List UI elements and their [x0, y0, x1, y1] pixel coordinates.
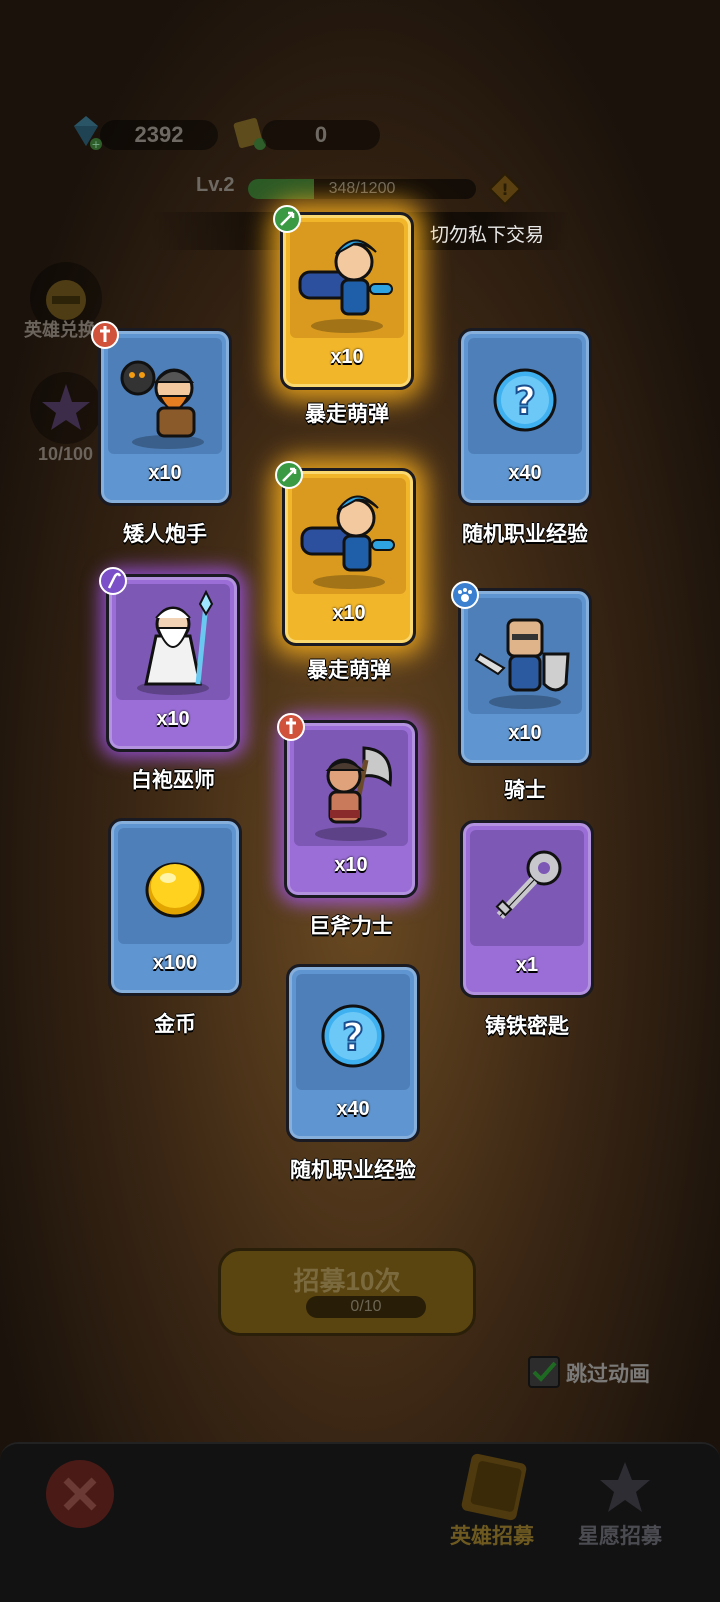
- reward-quantity: x10: [330, 346, 364, 368]
- svg-text:+: +: [91, 138, 100, 151]
- reward-quantity: x10: [332, 602, 366, 624]
- hero-portrait: [290, 222, 404, 338]
- reward-quantity: x40: [336, 1098, 370, 1120]
- xp-bar: 348/1200: [248, 179, 476, 199]
- reward-name: 骑士: [504, 779, 546, 802]
- item-portrait: ?: [296, 974, 410, 1090]
- ticket-count[interactable]: 0: [262, 120, 380, 150]
- close-battle-icon[interactable]: [42, 1456, 118, 1532]
- reward-card-dwarf-gunner[interactable]: x10 矮人炮手: [91, 321, 232, 546]
- gem-count[interactable]: 2392: [100, 120, 218, 150]
- reward-quantity: x40: [508, 462, 542, 484]
- recruit-label: 招募10次: [293, 1266, 401, 1296]
- iron-key-icon: [495, 850, 562, 920]
- reward-card-rampage-bomber-2[interactable]: x10 暴走萌弹: [275, 461, 416, 682]
- reward-quantity: x100: [152, 952, 198, 974]
- star-wish-button[interactable]: [30, 372, 102, 444]
- rampage-bomber-icon: [298, 239, 393, 333]
- item-portrait: [118, 828, 232, 944]
- hero-portrait: [468, 598, 582, 714]
- xp-text: 348/1200: [328, 180, 396, 197]
- recruit-10-button[interactable]: 招募10次: [218, 1248, 476, 1336]
- reward-quantity: x10: [156, 708, 190, 730]
- skip-animation-checkbox[interactable]: [528, 1356, 560, 1388]
- reward-name: 铸铁密匙: [485, 1015, 569, 1038]
- svg-text:?: ?: [514, 379, 536, 423]
- rampage-bomber-icon: [300, 495, 395, 589]
- axe-warrior-icon: [315, 746, 392, 841]
- reward-card-giant-axe-warrior[interactable]: x10 巨斧力士: [277, 713, 418, 938]
- white-wizard-icon: [137, 589, 214, 695]
- item-portrait: [470, 830, 584, 946]
- warrior-icon: [91, 321, 119, 349]
- hero-exchange-label: 英雄兑换: [24, 320, 96, 340]
- reward-card-gold-coins[interactable]: x100 金币: [108, 818, 242, 1036]
- reward-name: 随机职业经验: [290, 1159, 416, 1182]
- svg-text:?: ?: [342, 1015, 364, 1059]
- item-portrait: ?: [468, 338, 582, 454]
- reward-card-iron-key[interactable]: x1 铸铁密匙: [460, 820, 594, 1038]
- reward-card-rampage-bomber-1[interactable]: x10 暴走萌弹: [273, 205, 414, 426]
- question-orb-icon: ?: [493, 368, 557, 432]
- checkmark-icon: [532, 1361, 557, 1382]
- reward-quantity: x10: [148, 462, 182, 484]
- reward-quantity: x10: [334, 854, 368, 876]
- hero-portrait: [292, 478, 406, 594]
- reward-card-white-robe-wizard[interactable]: x10 白袍巫师: [99, 567, 240, 792]
- dwarf-gunner-icon: [120, 360, 204, 449]
- archer-icon: [275, 461, 303, 489]
- hero-portrait: [108, 338, 222, 454]
- reward-name: 金币: [154, 1013, 196, 1036]
- reward-name: 矮人炮手: [123, 523, 207, 546]
- knight-icon: [474, 618, 570, 709]
- reward-quantity: x1: [515, 954, 539, 976]
- reward-name: 暴走萌弹: [307, 659, 391, 682]
- warning-icon[interactable]: !: [488, 172, 522, 206]
- hero-recruit-icon: [461, 1453, 527, 1521]
- hero-portrait: [116, 584, 230, 700]
- question-orb-icon: ?: [321, 1004, 385, 1068]
- mage-icon: [99, 567, 127, 595]
- star-recruit-icon: [600, 1462, 650, 1512]
- reward-card-knight[interactable]: x10 骑士: [451, 581, 592, 802]
- reward-name: 随机职业经验: [462, 523, 588, 546]
- hero-portrait: [294, 730, 408, 846]
- tab-star-recruit[interactable]: 星愿招募: [578, 1520, 662, 1550]
- reward-card-random-class-exp-1[interactable]: ? x40 随机职业经验: [458, 328, 592, 546]
- svg-text:!: !: [501, 180, 508, 199]
- paw-icon: [451, 581, 479, 609]
- star-progress-label: 10/100: [38, 444, 94, 464]
- recruit-count: 0/10: [306, 1296, 426, 1318]
- tab-hero-recruit[interactable]: 英雄招募: [450, 1520, 534, 1550]
- notice-text: 切勿私下交易: [430, 225, 545, 246]
- reward-card-random-class-exp-2[interactable]: ? x40 随机职业经验: [286, 964, 420, 1182]
- level-label: Lv.2: [196, 174, 235, 196]
- star-icon: [42, 384, 90, 430]
- reward-quantity: x10: [508, 722, 542, 744]
- gold-coin-icon: [145, 862, 205, 918]
- reward-name: 暴走萌弹: [305, 403, 389, 426]
- warrior-icon: [277, 713, 305, 741]
- reward-name: 白袍巫师: [131, 769, 215, 792]
- archer-icon: [273, 205, 301, 233]
- skip-animation-label: 跳过动画: [566, 1363, 650, 1386]
- reward-name: 巨斧力士: [309, 915, 393, 938]
